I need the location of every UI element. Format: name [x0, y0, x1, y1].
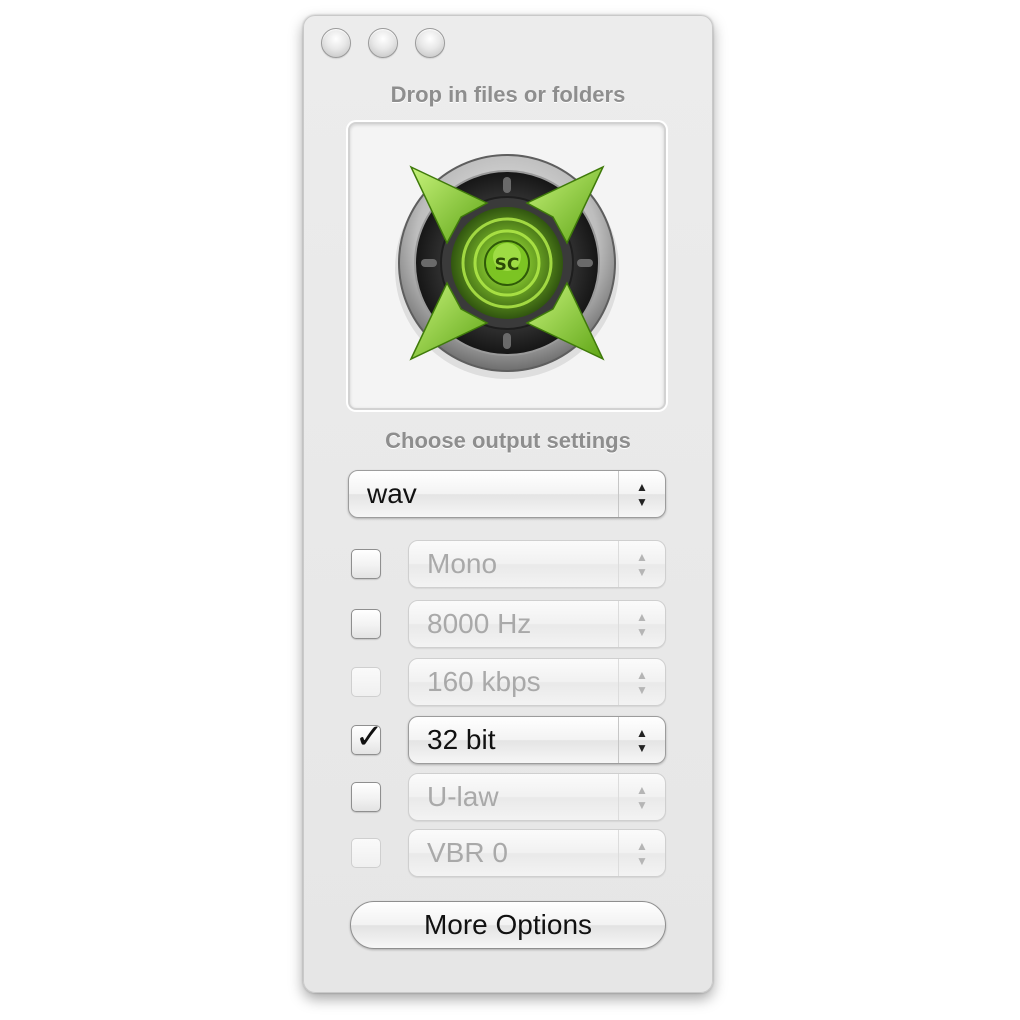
- channels-select-value: Mono: [427, 548, 498, 579]
- output-settings-label: Choose output settings: [385, 428, 631, 453]
- checkmark-icon: ✓: [355, 717, 384, 757]
- option-row-bit-depth: ✓ 32 bit ▲ ▼: [348, 716, 666, 764]
- more-options-button[interactable]: More Options: [350, 901, 666, 949]
- sample-rate-select-value: 8000 Hz: [427, 608, 532, 639]
- speaker-arrows-icon: SC: [395, 154, 619, 379]
- zoom-window-button[interactable]: [415, 28, 445, 58]
- up-down-arrows-icon: ▲ ▼: [618, 717, 665, 763]
- close-window-button[interactable]: [321, 28, 351, 58]
- window-controls: [321, 28, 445, 58]
- drop-label: Drop in files or folders: [390, 82, 626, 107]
- option-row-channels: Mono ▲ ▼: [348, 540, 666, 588]
- bit-depth-select[interactable]: 32 bit ▲ ▼: [408, 716, 666, 764]
- option-row-sample-rate: 8000 Hz ▲ ▼: [348, 600, 666, 648]
- sample-rate-select[interactable]: 8000 Hz ▲ ▼: [408, 600, 666, 648]
- option-row-vbr: VBR 0 ▲ ▼: [348, 829, 666, 877]
- channels-select[interactable]: Mono ▲ ▼: [408, 540, 666, 588]
- minimize-window-button[interactable]: [368, 28, 398, 58]
- encoding-select[interactable]: U-law ▲ ▼: [408, 773, 666, 821]
- bitrate-select-value: 160 kbps: [427, 666, 541, 697]
- bit-depth-checkbox[interactable]: ✓: [351, 717, 384, 757]
- up-down-arrows-icon: ▲ ▼: [618, 774, 665, 820]
- bitrate-select[interactable]: 160 kbps ▲ ▼: [408, 658, 666, 706]
- vbr-select[interactable]: VBR 0 ▲ ▼: [408, 829, 666, 877]
- format-select-value: wav: [367, 478, 417, 509]
- up-down-arrows-icon: ▲ ▼: [618, 471, 665, 517]
- bitrate-checkbox[interactable]: [351, 667, 381, 697]
- vbr-checkbox[interactable]: [351, 838, 381, 868]
- drop-zone[interactable]: SC: [348, 122, 666, 410]
- bit-depth-select-value: 32 bit: [427, 724, 496, 755]
- format-select[interactable]: wav ▲ ▼: [348, 470, 666, 518]
- vbr-select-value: VBR 0: [427, 837, 508, 868]
- option-row-bitrate: 160 kbps ▲ ▼: [348, 658, 666, 706]
- option-row-encoding: U-law ▲ ▼: [348, 773, 666, 821]
- up-down-arrows-icon: ▲ ▼: [618, 541, 665, 587]
- converter-window: Drop in files or folders SC Choose outpu…: [303, 15, 713, 993]
- up-down-arrows-icon: ▲ ▼: [618, 659, 665, 705]
- sample-rate-checkbox[interactable]: [351, 609, 381, 639]
- encoding-checkbox[interactable]: [351, 782, 381, 812]
- channels-checkbox[interactable]: [351, 549, 381, 579]
- up-down-arrows-icon: ▲ ▼: [618, 601, 665, 647]
- encoding-select-value: U-law: [427, 781, 499, 812]
- logo-text: SC: [495, 255, 520, 275]
- up-down-arrows-icon: ▲ ▼: [618, 830, 665, 876]
